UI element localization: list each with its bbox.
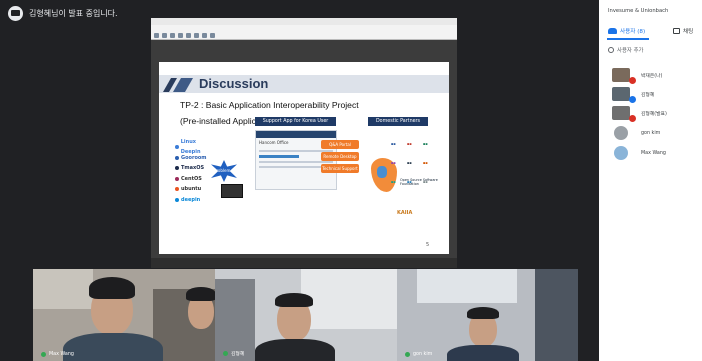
remote-desktop-pill: Remote Desktop (321, 152, 359, 161)
slide-page-number: 5 (426, 242, 430, 248)
support-app-header: Support App for Korea User (255, 117, 336, 126)
toolbar-button[interactable] (194, 33, 199, 38)
presenter-banner: 김형혜님이 발표 중입니다. (8, 5, 118, 21)
os-logo: TmaxOS (175, 163, 215, 174)
participant-row[interactable]: 박재은(나) (599, 66, 702, 84)
osf-logo: Open Source Software Foundation (400, 178, 438, 186)
app-statusbar (151, 258, 457, 268)
meeting-title: Invesume & Unionbach (608, 8, 669, 14)
mic-active-icon (629, 96, 636, 103)
toolbar-button[interactable] (170, 33, 175, 38)
mic-muted-icon (629, 115, 636, 122)
os-logo-icon (175, 145, 179, 150)
app-titlebar (151, 18, 457, 25)
add-people-button[interactable]: 사용자 추가 (608, 46, 644, 54)
presentation-slide: Discussion TP-2 : Basic Application Inte… (159, 62, 449, 254)
os-logo-icon (175, 197, 179, 202)
laptop-icon (221, 184, 243, 198)
participant-row[interactable]: 김형혜(발표) (599, 104, 702, 122)
tab-chat[interactable]: 채팅 (673, 27, 693, 35)
toolbar-button[interactable] (210, 33, 215, 38)
slide-logo-icon (163, 78, 193, 92)
video-tile-gon-kim[interactable]: gon kim (397, 269, 578, 361)
avatar (614, 146, 628, 160)
slide-subtitle-1: TP-2 : Basic Application Interoperabilit… (180, 100, 359, 110)
os-logo-icon (175, 176, 179, 181)
mock-site-navbar (256, 131, 336, 138)
partner-logo: ▪▪ (391, 161, 396, 165)
os-logo-icon (175, 155, 179, 160)
people-icon (608, 28, 617, 34)
mock-text-line (259, 161, 333, 163)
kaiia-logo: KAIIA (397, 210, 413, 216)
slide-title: Discussion (199, 76, 269, 91)
partner-logo: ▪▪ (391, 142, 396, 146)
app-toolbar (151, 31, 457, 40)
video-tile-kim[interactable]: 김형혜 (215, 269, 397, 361)
chat-icon (673, 28, 680, 34)
shared-screen: Discussion TP-2 : Basic Application Inte… (151, 18, 457, 268)
os-logo: CentOS (175, 174, 215, 185)
participant-row[interactable]: 김형혜 (599, 85, 702, 103)
avatar (612, 87, 636, 103)
os-logo-list: Linux Deepin Gooroom TmaxOS CentOS ubunt… (175, 139, 215, 206)
tile-label: Max Wang (41, 352, 74, 357)
partner-logo: ▪▪ (407, 161, 412, 165)
meeting-stage: 김형혜님이 발표 중입니다. Discussion TP-2 : Basic A… (0, 0, 599, 361)
tile-label: 김형혜 (223, 350, 244, 357)
partner-logo: ▪▪ (423, 161, 428, 165)
domestic-partners-header: Domestic Partners (368, 117, 428, 126)
qa-portal-pill: Q&A Portal (321, 140, 359, 149)
avatar (612, 106, 636, 122)
toolbar-button[interactable] (154, 33, 159, 38)
os-logo: Linux Deepin (175, 139, 215, 155)
mock-link-line (259, 155, 299, 158)
technical-support-pill: Technical Support (321, 164, 359, 173)
os-logo-icon (175, 166, 179, 171)
toolbar-button[interactable] (178, 33, 183, 38)
add-person-icon (608, 47, 614, 53)
partner-logo: ▪▪ (407, 142, 412, 146)
toolbar-button[interactable] (162, 33, 167, 38)
tab-people[interactable]: 사용자 (8) (608, 27, 645, 35)
presenter-text: 김형혜님이 발표 중입니다. (29, 8, 118, 18)
avatar (614, 126, 628, 140)
toolbar-button[interactable] (186, 33, 191, 38)
toolbar-button[interactable] (202, 33, 207, 38)
video-tile-max-wang[interactable]: Max Wang (33, 269, 215, 361)
partner-logo: ▪▪ (423, 142, 428, 146)
os-logo: ubuntu (175, 184, 215, 195)
people-panel: Invesume & Unionbach 사용자 (8) 채팅 사용자 추가 박… (599, 0, 702, 361)
os-logo: deepin (175, 195, 215, 206)
mic-icon (41, 352, 46, 357)
tile-label: gon kim (405, 352, 432, 357)
avatar (612, 68, 636, 84)
mic-muted-icon (629, 77, 636, 84)
participant-row[interactable]: Max Wang (599, 144, 702, 162)
mic-icon (223, 351, 228, 356)
mic-icon (405, 352, 410, 357)
active-tab-indicator (607, 38, 649, 40)
present-screen-icon (8, 5, 23, 21)
participant-row[interactable]: gon kim (599, 124, 702, 142)
os-logo-icon (175, 187, 179, 192)
